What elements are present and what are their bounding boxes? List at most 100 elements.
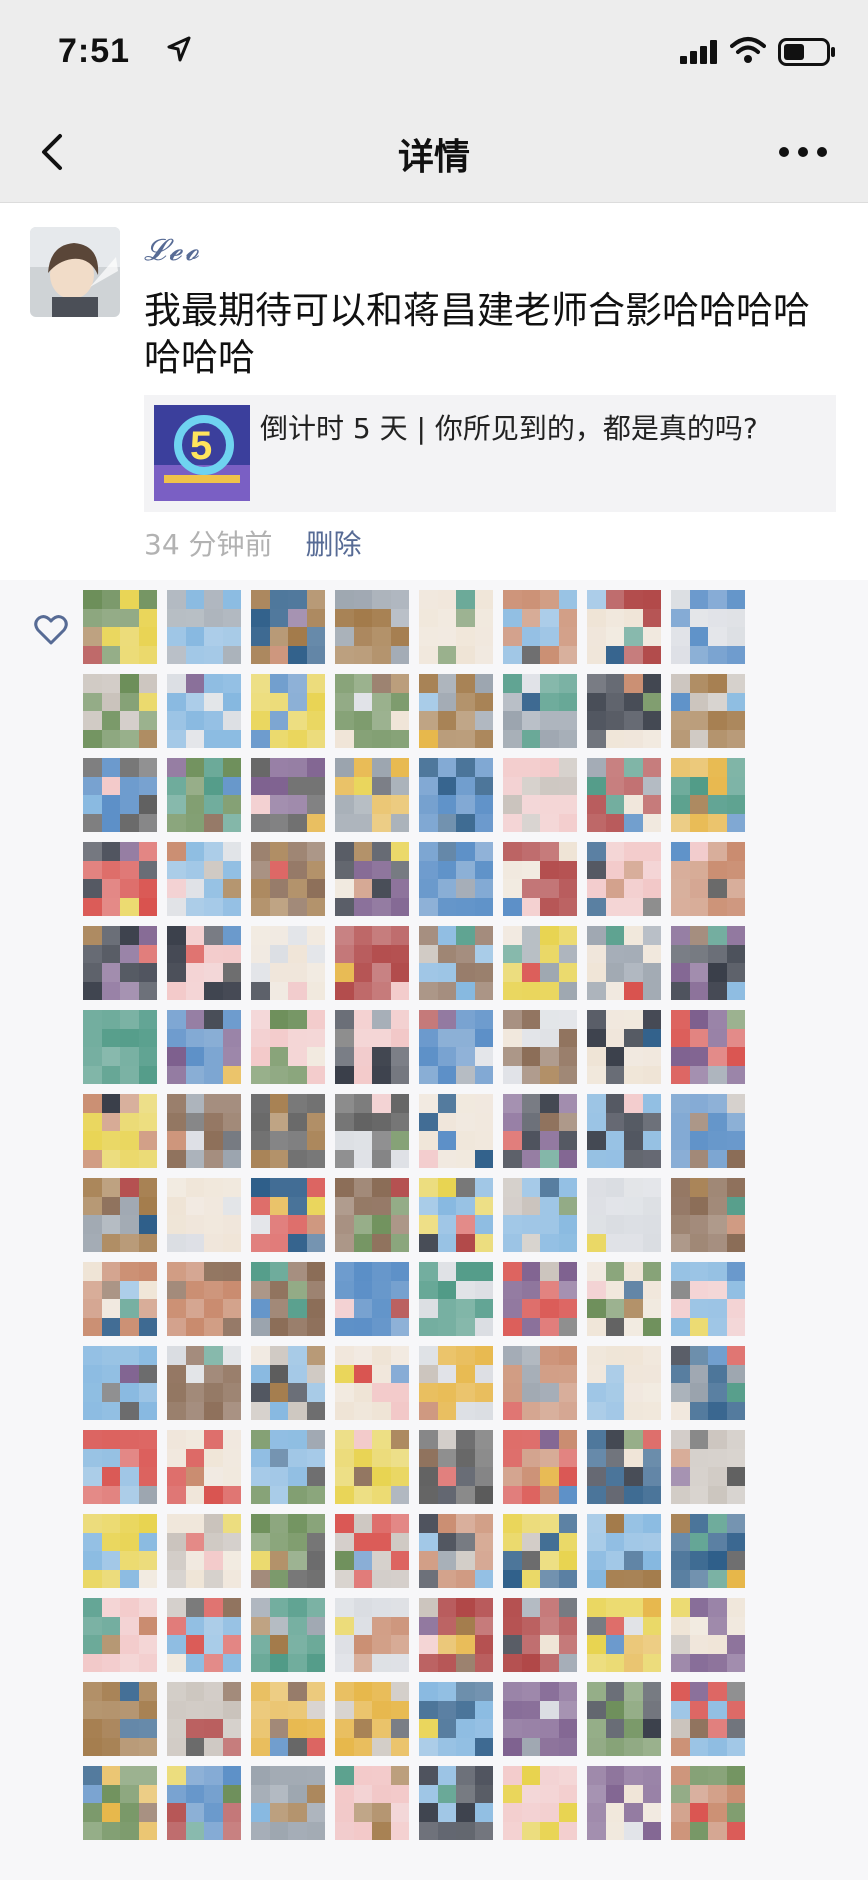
liker-avatar[interactable]: [251, 1766, 325, 1840]
liker-avatar[interactable]: [251, 1430, 325, 1504]
liker-avatar[interactable]: [419, 1094, 493, 1168]
liker-avatar[interactable]: [419, 1766, 493, 1840]
liker-avatar[interactable]: [251, 1598, 325, 1672]
liker-avatar[interactable]: [83, 1010, 157, 1084]
liker-avatar[interactable]: [167, 1346, 241, 1420]
liker-avatar[interactable]: [671, 1430, 745, 1504]
liker-avatar[interactable]: [419, 926, 493, 1000]
liker-avatar[interactable]: [335, 1094, 409, 1168]
liker-avatar[interactable]: [671, 1766, 745, 1840]
liker-avatar[interactable]: [167, 1178, 241, 1252]
liker-avatar[interactable]: [83, 674, 157, 748]
liker-avatar[interactable]: [671, 926, 745, 1000]
liker-avatar[interactable]: [335, 674, 409, 748]
liker-avatar[interactable]: [335, 1178, 409, 1252]
shared-link-card[interactable]: 5 倒计时 5 天 | 你所见到的，都是真的吗?: [144, 395, 836, 512]
avatar[interactable]: [30, 227, 120, 317]
liker-avatar[interactable]: [335, 842, 409, 916]
more-dots-icon[interactable]: [776, 130, 830, 174]
liker-avatar[interactable]: [671, 1514, 745, 1588]
liker-avatar[interactable]: [503, 1262, 577, 1336]
liker-avatar[interactable]: [503, 926, 577, 1000]
liker-avatar[interactable]: [251, 674, 325, 748]
liker-avatar[interactable]: [167, 1682, 241, 1756]
liker-avatar[interactable]: [335, 1010, 409, 1084]
liker-avatar[interactable]: [587, 1262, 661, 1336]
liker-avatar[interactable]: [503, 1430, 577, 1504]
liker-avatar[interactable]: [671, 1178, 745, 1252]
liker-avatar[interactable]: [503, 674, 577, 748]
liker-avatar[interactable]: [587, 674, 661, 748]
liker-avatar[interactable]: [83, 1598, 157, 1672]
liker-avatar[interactable]: [335, 758, 409, 832]
liker-avatar[interactable]: [83, 590, 157, 664]
liker-avatar[interactable]: [503, 590, 577, 664]
liker-avatar[interactable]: [251, 842, 325, 916]
liker-avatar[interactable]: [83, 758, 157, 832]
liker-avatar[interactable]: [503, 1010, 577, 1084]
liker-avatar[interactable]: [671, 1346, 745, 1420]
liker-avatar[interactable]: [419, 1682, 493, 1756]
liker-avatar[interactable]: [335, 590, 409, 664]
liker-avatar[interactable]: [419, 1598, 493, 1672]
liker-avatar[interactable]: [419, 1178, 493, 1252]
liker-avatar[interactable]: [83, 1178, 157, 1252]
liker-avatar[interactable]: [671, 590, 745, 664]
liker-avatar[interactable]: [671, 842, 745, 916]
liker-avatar[interactable]: [419, 1514, 493, 1588]
liker-avatar[interactable]: [83, 1094, 157, 1168]
liker-avatar[interactable]: [587, 1514, 661, 1588]
username[interactable]: 𝓛𝓮𝓸: [144, 233, 202, 268]
liker-avatar[interactable]: [587, 1682, 661, 1756]
liker-avatar[interactable]: [167, 1598, 241, 1672]
liker-avatar[interactable]: [167, 1430, 241, 1504]
liker-avatar[interactable]: [83, 1346, 157, 1420]
liker-avatar[interactable]: [251, 1262, 325, 1336]
liker-avatar[interactable]: [335, 1598, 409, 1672]
liker-avatar[interactable]: [83, 1514, 157, 1588]
liker-avatar[interactable]: [335, 1262, 409, 1336]
liker-avatar[interactable]: [419, 758, 493, 832]
liker-avatar[interactable]: [335, 1346, 409, 1420]
liker-avatar[interactable]: [83, 842, 157, 916]
liker-avatar[interactable]: [587, 926, 661, 1000]
liker-avatar[interactable]: [503, 1766, 577, 1840]
liker-avatar[interactable]: [587, 1010, 661, 1084]
liker-avatar[interactable]: [335, 926, 409, 1000]
liker-avatar[interactable]: [671, 1262, 745, 1336]
liker-avatar[interactable]: [167, 674, 241, 748]
liker-avatar[interactable]: [167, 1094, 241, 1168]
liker-avatar[interactable]: [335, 1766, 409, 1840]
liker-avatar[interactable]: [671, 1682, 745, 1756]
liker-avatar[interactable]: [83, 1766, 157, 1840]
liker-avatar[interactable]: [251, 1514, 325, 1588]
liker-avatar[interactable]: [503, 758, 577, 832]
liker-avatar[interactable]: [587, 842, 661, 916]
liker-avatar[interactable]: [419, 1430, 493, 1504]
liker-avatar[interactable]: [419, 1262, 493, 1336]
liker-avatar[interactable]: [167, 1514, 241, 1588]
liker-avatar[interactable]: [503, 1598, 577, 1672]
liker-avatar[interactable]: [503, 1682, 577, 1756]
liker-avatar[interactable]: [167, 758, 241, 832]
liker-avatar[interactable]: [419, 1346, 493, 1420]
liker-avatar[interactable]: [419, 590, 493, 664]
liker-avatar[interactable]: [671, 1598, 745, 1672]
liker-avatar[interactable]: [671, 1010, 745, 1084]
liker-avatar[interactable]: [83, 926, 157, 1000]
liker-avatar[interactable]: [587, 1598, 661, 1672]
delete-button[interactable]: 删除: [305, 528, 361, 561]
liker-avatar[interactable]: [251, 1094, 325, 1168]
liker-avatar[interactable]: [503, 842, 577, 916]
liker-avatar[interactable]: [419, 1010, 493, 1084]
liker-avatar[interactable]: [251, 590, 325, 664]
liker-avatar[interactable]: [167, 1766, 241, 1840]
liker-avatar[interactable]: [251, 1178, 325, 1252]
liker-avatar[interactable]: [587, 1766, 661, 1840]
liker-avatar[interactable]: [671, 674, 745, 748]
liker-avatar[interactable]: [251, 1682, 325, 1756]
liker-avatar[interactable]: [503, 1514, 577, 1588]
liker-avatar[interactable]: [251, 926, 325, 1000]
liker-avatar[interactable]: [251, 1346, 325, 1420]
liker-avatar[interactable]: [587, 758, 661, 832]
